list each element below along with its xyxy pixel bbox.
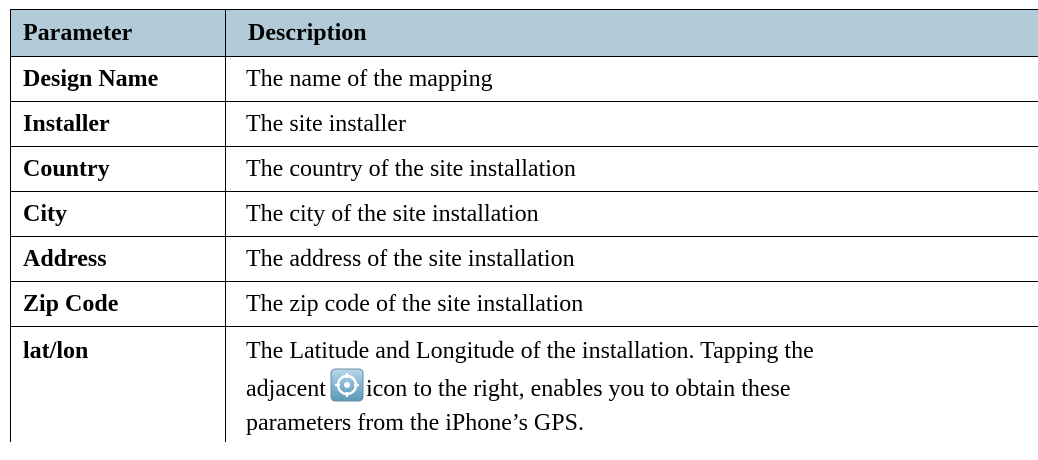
param-address: Address bbox=[10, 236, 226, 282]
desc-lat-lon-before-icon: adjacent bbox=[246, 376, 326, 402]
table-row: City The city of the site installation bbox=[10, 191, 1038, 237]
table-row: lat/lon The Latitude and Longitude of th… bbox=[10, 326, 1038, 442]
table-row: Installer The site installer bbox=[10, 101, 1038, 147]
table-row: Design Name The name of the mapping bbox=[10, 56, 1038, 102]
desc-city: The city of the site installation bbox=[225, 191, 1038, 237]
param-installer: Installer bbox=[10, 101, 226, 147]
param-lat-lon: lat/lon bbox=[10, 326, 226, 442]
desc-lat-lon-line-2: adjacent icon to the right, enables you … bbox=[246, 368, 1038, 406]
desc-zip-code: The zip code of the site installation bbox=[225, 281, 1038, 327]
header-description: Description bbox=[225, 9, 1038, 57]
desc-installer: The site installer bbox=[225, 101, 1038, 147]
table-row: Zip Code The zip code of the site instal… bbox=[10, 281, 1038, 327]
param-country: Country bbox=[10, 146, 226, 192]
table-row: Country The country of the site installa… bbox=[10, 146, 1038, 192]
param-zip-code: Zip Code bbox=[10, 281, 226, 327]
desc-lat-lon-line-1: The Latitude and Longitude of the instal… bbox=[246, 338, 814, 364]
desc-lat-lon-line-3: parameters from the iPhone’s GPS. bbox=[246, 410, 584, 436]
table-header-row: Parameter Description bbox=[10, 9, 1038, 57]
desc-lat-lon: The Latitude and Longitude of the instal… bbox=[225, 326, 1038, 442]
param-design-name: Design Name bbox=[10, 56, 226, 102]
desc-lat-lon-after-icon: icon to the right, enables you to obtain… bbox=[365, 376, 791, 402]
desc-address: The address of the site installation bbox=[225, 236, 1038, 282]
desc-country: The country of the site installation bbox=[225, 146, 1038, 192]
param-city: City bbox=[10, 191, 226, 237]
header-parameter: Parameter bbox=[10, 9, 226, 57]
table-row: Address The address of the site installa… bbox=[10, 236, 1038, 282]
gps-locate-icon bbox=[330, 368, 364, 402]
parameter-table: Parameter Description Design Name The na… bbox=[10, 9, 1038, 442]
desc-design-name: The name of the mapping bbox=[225, 56, 1038, 102]
